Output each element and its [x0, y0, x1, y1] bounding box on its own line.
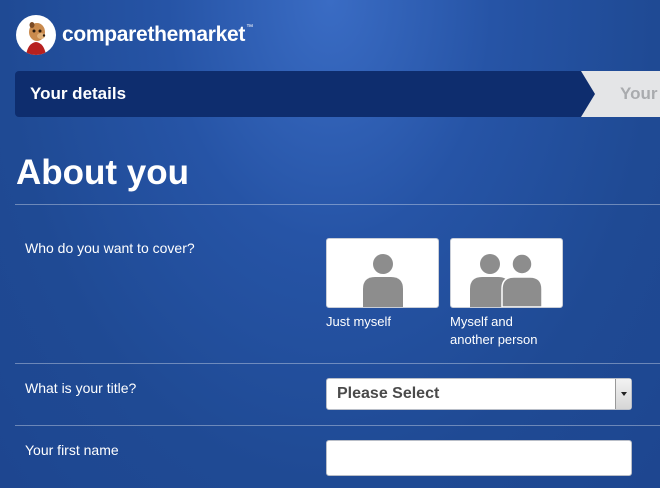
cover-question-label: Who do you want to cover?: [25, 240, 195, 256]
first-name-label: Your first name: [25, 442, 119, 458]
title-select-value: Please Select: [337, 385, 440, 402]
cover-option-myself-and-another[interactable]: [450, 238, 563, 308]
title-select[interactable]: Please Select: [326, 378, 632, 410]
divider: [15, 425, 660, 426]
single-person-icon: [362, 254, 403, 307]
meerkat-icon: [16, 15, 56, 55]
title-question-label: What is your title?: [25, 380, 137, 396]
page-title: About you: [16, 153, 190, 192]
divider: [15, 363, 660, 364]
cover-option-myself-and-another-label: Myself and another person: [450, 314, 538, 347]
step-next: Your q: [605, 71, 660, 117]
two-people-icon: [469, 253, 543, 307]
cover-option-just-myself[interactable]: [326, 238, 439, 308]
step-your-details: Your details: [15, 71, 595, 117]
brand-logo[interactable]: comparethemarket™: [16, 15, 253, 55]
first-name-input[interactable]: [326, 440, 632, 476]
cover-option-just-myself-label: Just myself: [326, 314, 392, 329]
progress-steps: Your details Your q: [15, 71, 660, 117]
divider: [15, 204, 660, 205]
chevron-down-icon[interactable]: [615, 379, 631, 409]
brand-name: comparethemarket™: [62, 23, 253, 46]
